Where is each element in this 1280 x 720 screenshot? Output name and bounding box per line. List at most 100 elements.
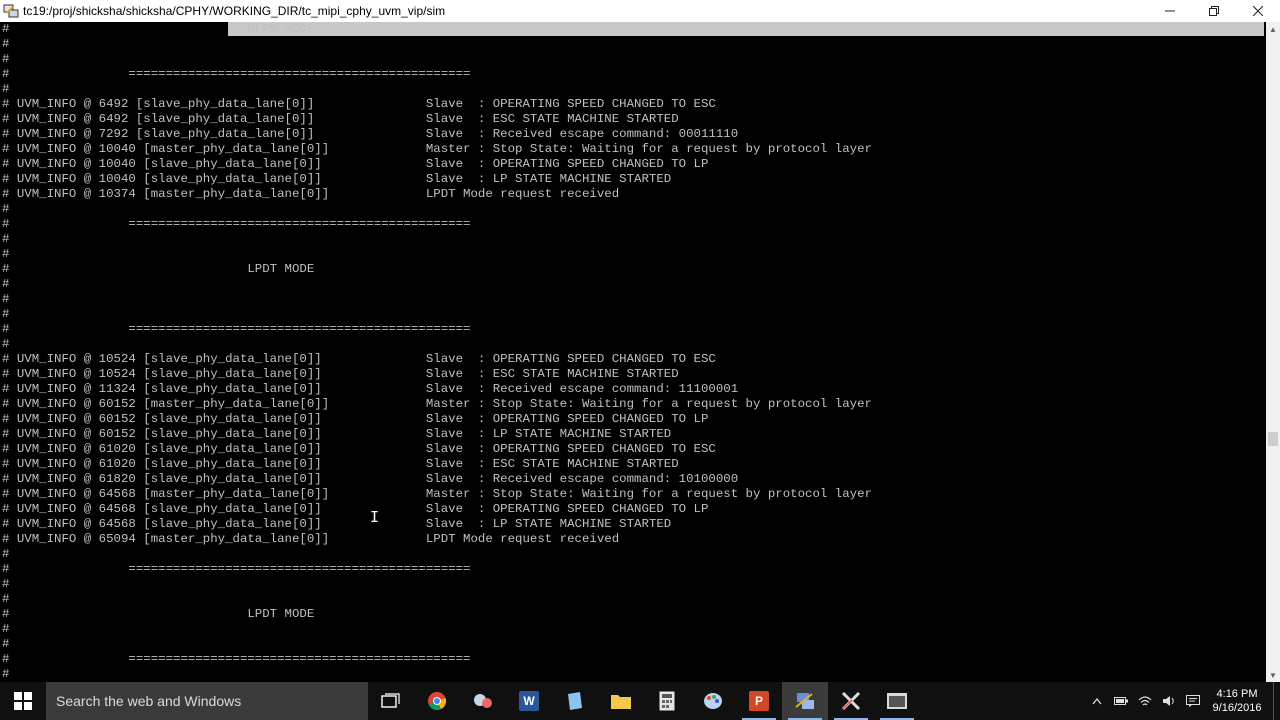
restore-icon: [1209, 6, 1219, 16]
vertical-scrollbar[interactable]: ▲ ▼: [1266, 22, 1280, 682]
terminal-line: # ======================================…: [2, 322, 471, 336]
restore-button[interactable]: [1192, 0, 1236, 22]
close-button[interactable]: [1236, 0, 1280, 22]
terminal-line: # UVM_INFO @ 60152 [master_phy_data_lane…: [2, 397, 872, 411]
taskbar-app-chrome[interactable]: [414, 682, 460, 720]
terminal-line: #: [2, 82, 10, 96]
speaker-icon: [1163, 696, 1174, 706]
chevron-up-icon: [1092, 697, 1102, 705]
terminal-line: #: [2, 247, 10, 261]
wifi-icon: [1138, 696, 1152, 706]
search-box[interactable]: Search the web and Windows: [46, 682, 368, 720]
terminal-line: # UVM_INFO @ 60152 [slave_phy_data_lane[…: [2, 412, 709, 426]
taskbar-app-word[interactable]: W: [506, 682, 552, 720]
paint-icon: [704, 693, 722, 709]
battery-button[interactable]: [1109, 682, 1133, 720]
terminal-line: # UVM_INFO @ 6492 [slave_phy_data_lane[0…: [2, 112, 679, 126]
battery-icon: [1114, 697, 1128, 705]
terminal-line: # UVM_INFO @ 61020 [slave_phy_data_lane[…: [2, 442, 716, 456]
terminal-line: #: [2, 592, 10, 606]
minimize-button[interactable]: [1148, 0, 1192, 22]
terminal-lines: # ULPS MODE # # # =========================…: [2, 22, 872, 682]
terminal-line: #: [2, 667, 10, 681]
taskbar-app-notes[interactable]: [552, 682, 598, 720]
terminal-line: # UVM_INFO @ 64568 [slave_phy_data_lane[…: [2, 502, 709, 516]
terminal-line: # UVM_INFO @ 10040 [master_phy_data_lane…: [2, 142, 872, 156]
window-title: tc19:/proj/shicksha/shicksha/CPHY/WORKIN…: [23, 4, 446, 18]
taskbar-app-file-explorer[interactable]: [598, 682, 644, 720]
notification-icon: [1186, 695, 1200, 707]
network-button[interactable]: [1133, 682, 1157, 720]
taskbar-clock[interactable]: 4:16 PM 9/16/2016: [1205, 687, 1269, 715]
terminal-line: # UVM_INFO @ 7292 [slave_phy_data_lane[0…: [2, 127, 739, 141]
terminal-line: #: [2, 292, 10, 306]
taskbar-app-xming[interactable]: [828, 682, 874, 720]
scroll-up-icon[interactable]: ▲: [1266, 22, 1280, 36]
terminal-line: # UVM_INFO @ 61020 [slave_phy_data_lane[…: [2, 457, 679, 471]
taskbar-app-terminal[interactable]: [874, 682, 920, 720]
x-icon: [841, 691, 861, 711]
taskbar-app-powerpoint[interactable]: P: [736, 682, 782, 720]
notes-icon: [568, 692, 582, 710]
terminal-line: #: [2, 277, 10, 291]
title-bar[interactable]: tc19:/proj/shicksha/shicksha/CPHY/WORKIN…: [0, 0, 1280, 22]
clock-date: 9/16/2016: [1212, 702, 1262, 714]
terminal-line: # UVM_INFO @ 11324 [slave_phy_data_lane[…: [2, 382, 739, 396]
terminal-line: # LPDT MODE: [2, 262, 315, 276]
show-hidden-icons-button[interactable]: [1085, 682, 1109, 720]
terminal-line: # ULPS MODE: [2, 22, 315, 36]
terminal-line: # UVM_INFO @ 61820 [slave_phy_data_lane[…: [2, 472, 739, 486]
volume-button[interactable]: [1157, 682, 1181, 720]
scrollbar-thumb[interactable]: [1268, 432, 1278, 446]
terminal-window-icon: [887, 693, 907, 709]
terminal-line: # ======================================…: [2, 67, 471, 81]
tools-icon: [474, 694, 492, 708]
calculator-icon: [659, 691, 675, 711]
terminal-line: # ======================================…: [2, 652, 471, 666]
terminal-line: #: [2, 337, 10, 351]
taskbar-app-tools[interactable]: [460, 682, 506, 720]
show-desktop-button[interactable]: [1273, 682, 1280, 720]
search-placeholder: Search the web and Windows: [56, 693, 242, 709]
terminal-line: # UVM_INFO @ 10374 [master_phy_data_lane…: [2, 187, 620, 201]
terminal-line: #: [2, 547, 10, 561]
action-center-button[interactable]: [1181, 682, 1205, 720]
terminal-line: # UVM_INFO @ 6492 [slave_phy_data_lane[0…: [2, 97, 716, 111]
network-icon: [795, 693, 814, 709]
terminal-line: # UVM_INFO @ 65094 [master_phy_data_lane…: [2, 532, 620, 546]
system-tray: 4:16 PM 9/16/2016: [1085, 682, 1280, 720]
terminal-line: # UVM_INFO @ 64568 [master_phy_data_lane…: [2, 487, 872, 501]
terminal-line: #: [2, 232, 10, 246]
taskbar-app-remote-desktop[interactable]: [782, 682, 828, 720]
task-view-icon: [381, 693, 400, 708]
terminal-line: #: [2, 622, 10, 636]
taskbar: Search the web and Windows W P 4:16 PM 9…: [0, 682, 1280, 720]
terminal-line: # ======================================…: [2, 217, 471, 231]
task-view-button[interactable]: [368, 682, 414, 720]
clock-time: 4:16 PM: [1216, 688, 1258, 700]
terminal-line: #: [2, 52, 10, 66]
word-icon: W: [519, 691, 539, 711]
terminal-line: #: [2, 37, 10, 51]
taskbar-apps: W P: [368, 682, 920, 720]
start-button[interactable]: [0, 682, 46, 720]
close-icon: [1253, 6, 1263, 16]
text-cursor-icon: I: [370, 508, 380, 526]
terminal-line: #: [2, 637, 10, 651]
terminal-line: # UVM_INFO @ 60152 [slave_phy_data_lane[…: [2, 427, 672, 441]
minimize-icon: [1165, 10, 1175, 12]
terminal-output[interactable]: # ULPS MODE # # # =========================…: [0, 22, 1266, 682]
taskbar-app-paint[interactable]: [690, 682, 736, 720]
scroll-down-icon[interactable]: ▼: [1266, 668, 1280, 682]
chrome-icon: [428, 692, 447, 710]
terminal-line: # UVM_INFO @ 64568 [slave_phy_data_lane[…: [2, 517, 672, 531]
terminal-line: # UVM_INFO @ 10524 [slave_phy_data_lane[…: [2, 352, 716, 366]
terminal-line: # LPDT MODE: [2, 607, 315, 621]
terminal-line: #: [2, 307, 10, 321]
terminal-line: # UVM_INFO @ 10040 [slave_phy_data_lane[…: [2, 172, 672, 186]
folder-icon: [611, 695, 631, 709]
terminal-line: # ======================================…: [2, 562, 471, 576]
terminal-line: #: [2, 577, 10, 591]
taskbar-app-calculator[interactable]: [644, 682, 690, 720]
terminal-line: # UVM_INFO @ 10524 [slave_phy_data_lane[…: [2, 367, 679, 381]
